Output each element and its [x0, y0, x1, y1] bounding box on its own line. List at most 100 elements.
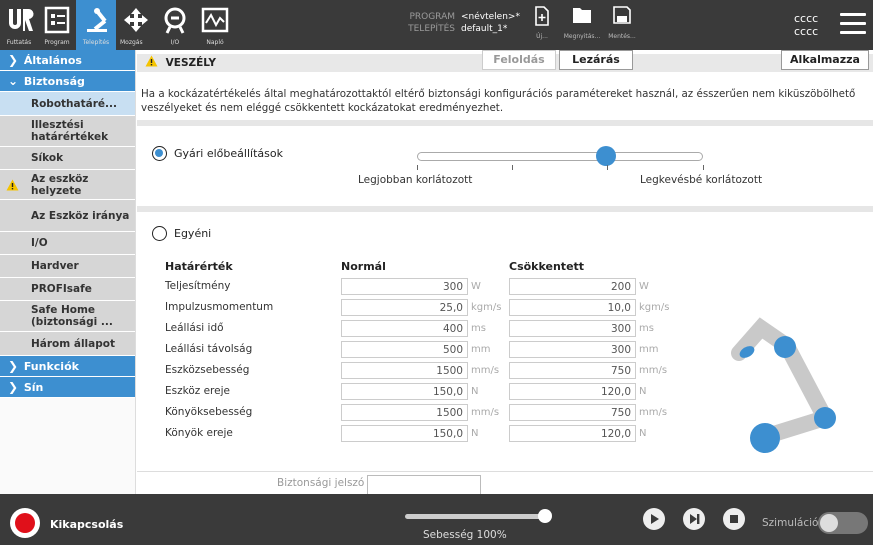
reduced-value-field[interactable]: 120,0 [509, 425, 636, 442]
power-label[interactable]: Kikapcsolás [50, 518, 123, 531]
slider-tick [703, 165, 704, 170]
speed-slider-knob[interactable] [538, 509, 552, 523]
normal-value-field[interactable]: 400 [341, 320, 468, 337]
log-tab[interactable]: Napló [196, 0, 234, 50]
sidebar-item-three-position[interactable]: Három állapot [0, 332, 135, 356]
io-tab[interactable]: I/O [156, 0, 194, 50]
run-tab[interactable]: Futtatás [0, 0, 38, 50]
sidebar-item-joint-limits[interactable]: Illesztési határértékek [0, 116, 135, 147]
folder-icon [573, 8, 591, 23]
reduced-value-field[interactable]: 120,0 [509, 383, 636, 400]
slider-left-label: Legjobban korlátozott [358, 174, 473, 186]
reduced-value-field[interactable]: 300 [509, 341, 636, 358]
installation-tab-label: Telepítés [82, 39, 110, 46]
top-bar: Futtatás Program Telepítés Mozgás I/O Na… [0, 0, 873, 50]
sidebar-item-profisafe[interactable]: PROFIsafe [0, 278, 135, 301]
move-tab[interactable]: Mozgás [118, 0, 154, 50]
unlock-button[interactable]: Feloldás [482, 50, 556, 70]
sidebar-section-label: Általános [23, 54, 82, 67]
user-info: cccc cccc [794, 12, 818, 38]
step-button-icon[interactable] [683, 508, 705, 530]
sidebar-item-label: Hardver [31, 260, 79, 272]
hamburger-menu-icon[interactable] [840, 13, 866, 37]
program-name: <névtelen>* [461, 12, 520, 22]
new-button[interactable]: Új... [522, 6, 562, 46]
sidebar-section-label: Funkciók [23, 360, 79, 373]
lock-button[interactable]: Lezárás [559, 50, 633, 70]
sidebar-item-robot-limits[interactable]: Robothatáré... [0, 92, 135, 116]
normal-value-field[interactable]: 500 [341, 341, 468, 358]
power-button-icon[interactable] [10, 508, 40, 538]
apply-button[interactable]: Alkalmazza [781, 50, 869, 70]
reduced-value-field[interactable]: 10,0 [509, 299, 636, 316]
normal-value-field[interactable]: 1500 [341, 362, 468, 379]
save-button[interactable]: Mentés... [602, 6, 642, 46]
sidebar-item-label: Az Eszköz iránya [31, 209, 130, 222]
simulation-label: Szimuláció [762, 517, 819, 529]
sidebar-item-tool-direction[interactable]: Az Eszköz iránya [0, 200, 135, 232]
sidebar-item-label: Illesztési határértékek [31, 119, 109, 143]
normal-value-field[interactable]: 25,0 [341, 299, 468, 316]
custom-label: Egyéni [174, 227, 212, 240]
normal-value-field[interactable]: 300 [341, 278, 468, 295]
safety-password-input[interactable] [367, 475, 481, 495]
stop-button-icon[interactable] [723, 508, 745, 530]
restriction-slider-knob[interactable] [595, 146, 616, 166]
restriction-slider-track[interactable] [417, 152, 703, 161]
user-line-1: cccc [794, 12, 819, 25]
sidebar-section-safety[interactable]: ⌄ Biztonság [0, 71, 135, 92]
run-tab-label: Futtatás [6, 39, 32, 46]
normal-value-field[interactable]: 150,0 [341, 425, 468, 442]
open-button[interactable]: Megnyitás... [562, 6, 602, 46]
factory-presets-radio[interactable] [152, 146, 167, 161]
normal-unit: mm/s [471, 407, 500, 418]
log-tab-label: Napló [206, 39, 224, 46]
reduced-value-field[interactable]: 750 [509, 404, 636, 421]
sidebar-item-hardware[interactable]: Hardver [0, 255, 135, 278]
slider-tick [512, 165, 513, 170]
robot-arm-illustration [731, 317, 836, 453]
limit-row-name: Eszközsebesség [165, 364, 250, 376]
normal-unit: ms [471, 323, 486, 334]
simulation-toggle[interactable] [818, 512, 868, 534]
move-tab-label: Mozgás [120, 39, 143, 46]
move-icon [124, 8, 148, 32]
sidebar-item-label: I/O [31, 237, 48, 249]
installation-tab[interactable]: Telepítés [76, 0, 116, 50]
play-button-icon[interactable] [643, 508, 665, 530]
sidebar-item-label: PROFIsafe [31, 283, 92, 295]
normal-unit: kgm/s [471, 302, 502, 313]
factory-presets-label: Gyári előbeállítások [174, 147, 283, 160]
io-tab-label: I/O [170, 39, 180, 46]
sidebar-item-tool-position[interactable]: Az eszköz helyzete [0, 170, 135, 200]
sidebar-section-rail[interactable]: ❯ Sín [0, 377, 135, 398]
sidebar: ❯ Általános ⌄ Biztonság Robothatáré... I… [0, 50, 136, 494]
reduced-value-field[interactable]: 750 [509, 362, 636, 379]
new-button-label: Új... [536, 33, 548, 40]
reduced-unit: N [639, 386, 647, 397]
normal-value-field[interactable]: 150,0 [341, 383, 468, 400]
sidebar-item-safe-home[interactable]: Safe Home (biztonsági ... [0, 301, 135, 332]
normal-value-field[interactable]: 1500 [341, 404, 468, 421]
sidebar-section-features[interactable]: ❯ Funkciók [0, 356, 135, 377]
sidebar-section-label: Biztonság [23, 75, 85, 88]
reduced-value-field[interactable]: 300 [509, 320, 636, 337]
io-icon [164, 7, 186, 34]
sidebar-item-io[interactable]: I/O [0, 232, 135, 255]
footer-bar: Kikapcsolás Sebesség 100% Szimuláció [0, 494, 873, 545]
chevron-right-icon: ❯ [8, 359, 19, 373]
reduced-unit: mm/s [639, 365, 668, 376]
robot-arm-icon [87, 8, 107, 32]
limit-row-name: Impulzusmomentum [165, 301, 274, 313]
reduced-value-field[interactable]: 200 [509, 278, 636, 295]
custom-radio[interactable] [152, 226, 167, 241]
limit-row-name: Eszköz ereje [165, 385, 230, 397]
warning-icon [6, 179, 19, 190]
limit-row-name: Teljesítmény [165, 280, 231, 292]
speed-slider-track[interactable] [405, 514, 545, 519]
sidebar-section-general[interactable]: ❯ Általános [0, 50, 135, 71]
program-tab[interactable]: Program [38, 0, 76, 50]
reduced-unit: mm/s [639, 407, 668, 418]
normal-unit: N [471, 428, 479, 439]
sidebar-item-planes[interactable]: Síkok [0, 147, 135, 170]
